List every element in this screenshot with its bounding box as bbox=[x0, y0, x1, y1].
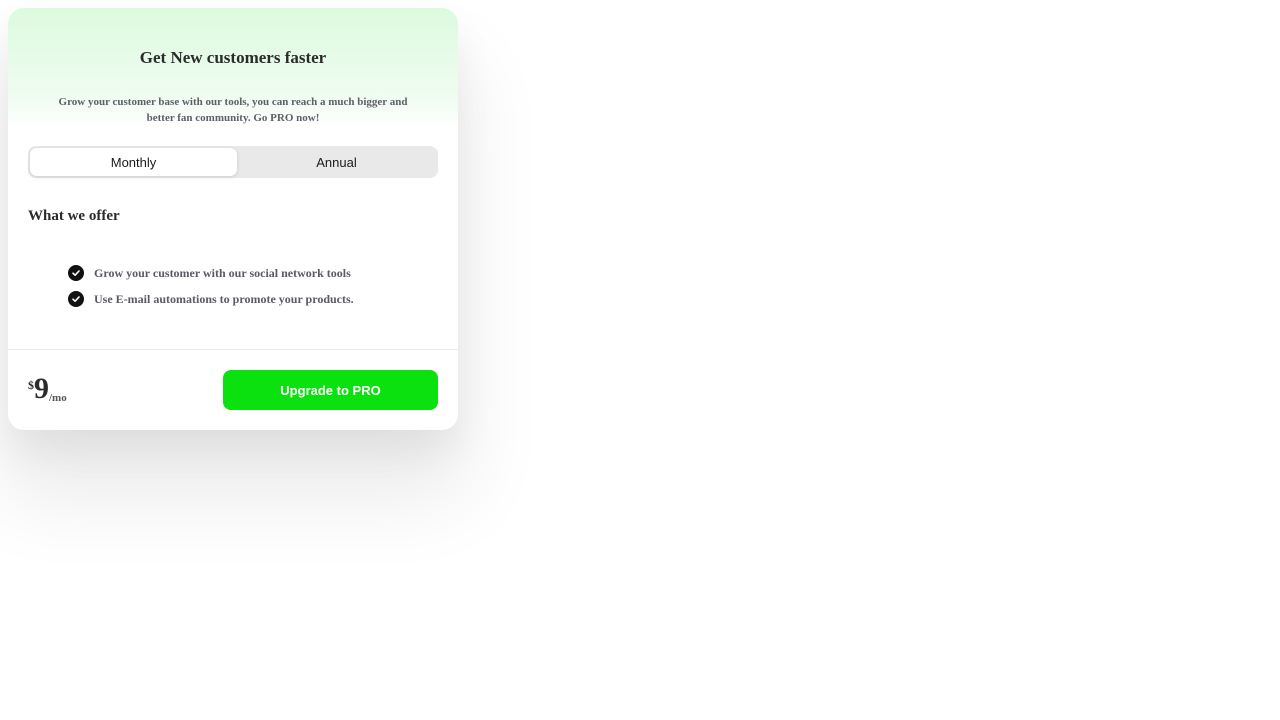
check-circle-icon bbox=[68, 265, 84, 281]
billing-toggle: Monthly Annual bbox=[28, 146, 438, 178]
price-display: $ 9 /mo bbox=[28, 372, 67, 405]
feature-item: Use E-mail automations to promote your p… bbox=[68, 286, 354, 312]
price-period: /mo bbox=[49, 392, 67, 404]
card-title: Get New customers faster bbox=[139, 48, 327, 67]
card-hero: Get New customers faster Grow your custo… bbox=[8, 8, 458, 128]
feature-text: Grow your customer with our social netwo… bbox=[94, 265, 351, 280]
billing-monthly-option[interactable]: Monthly bbox=[30, 148, 237, 176]
feature-list: Grow your customer with our social netwo… bbox=[68, 260, 354, 312]
feature-item: Grow your customer with our social netwo… bbox=[68, 260, 354, 286]
footer-divider bbox=[8, 349, 458, 350]
card-subtitle: Grow your customer base with our tools, … bbox=[58, 96, 408, 124]
price-amount: 9 bbox=[34, 372, 49, 405]
feature-text: Use E-mail automations to promote your p… bbox=[94, 291, 354, 306]
upgrade-button[interactable]: Upgrade to PRO bbox=[223, 370, 438, 410]
pricing-card: Get New customers faster Grow your custo… bbox=[8, 8, 458, 430]
offer-heading: What we offer bbox=[28, 208, 120, 224]
check-circle-icon bbox=[68, 291, 84, 307]
billing-annual-option[interactable]: Annual bbox=[237, 148, 436, 176]
